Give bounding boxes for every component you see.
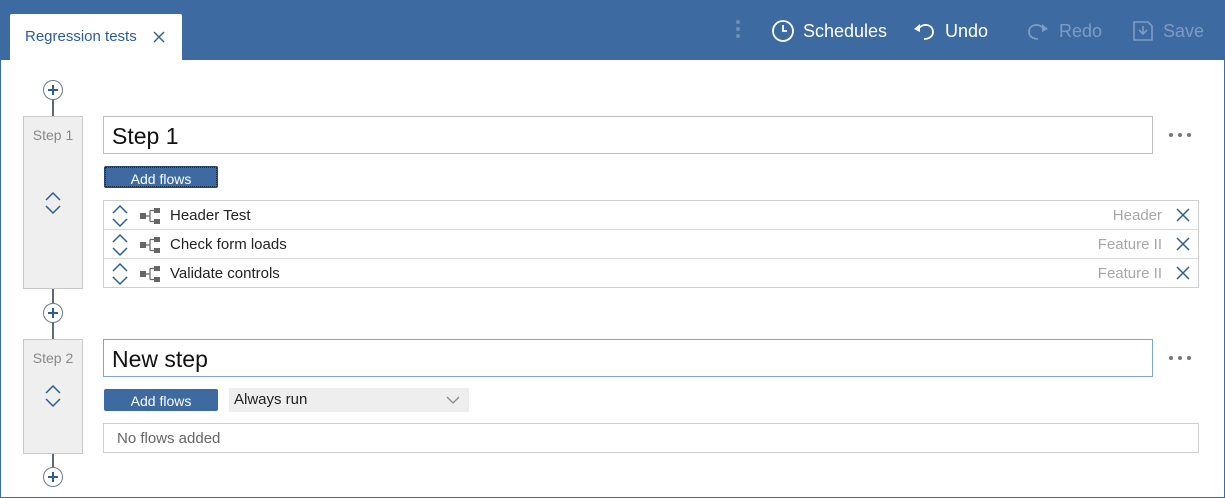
empty-state-text: No flows added	[117, 430, 221, 447]
step-name-input[interactable]: Step 1	[103, 116, 1153, 154]
step-card-1: Step 1	[23, 116, 83, 289]
flow-list: Header Test Header Check form loads Feat…	[103, 200, 1199, 288]
undo-button[interactable]: Undo	[911, 16, 988, 46]
remove-flow-icon[interactable]	[1175, 265, 1191, 281]
add-flows-button[interactable]: Add flows	[104, 166, 218, 188]
rail-connector	[52, 287, 54, 303]
reorder-icon[interactable]	[111, 262, 129, 286]
more-options-icon[interactable]	[1169, 354, 1191, 362]
insert-step-button[interactable]	[43, 80, 63, 100]
tab-title: Regression tests	[25, 28, 137, 45]
save-button[interactable]: Save	[1131, 16, 1204, 46]
reorder-icon[interactable]	[44, 191, 62, 215]
flow-name: Validate controls	[170, 265, 280, 282]
editor-window: Regression tests Schedules Undo Redo Sav…	[0, 0, 1225, 498]
step-number-label: Step 1	[32, 127, 74, 143]
rail-connector	[52, 321, 54, 339]
rail-connector	[52, 452, 54, 468]
add-flows-button[interactable]: Add flows	[104, 389, 218, 411]
flow-row[interactable]: Validate controls Feature II	[104, 259, 1198, 288]
flow-row[interactable]: Check form loads Feature II	[104, 230, 1198, 259]
flow-type-label: Feature II	[1097, 265, 1162, 282]
more-options-icon[interactable]	[1169, 131, 1191, 139]
reorder-icon[interactable]	[44, 384, 62, 408]
save-icon	[1133, 21, 1153, 41]
flow-icon	[140, 237, 160, 253]
remove-flow-icon[interactable]	[1175, 236, 1191, 252]
insert-step-button[interactable]	[43, 303, 63, 323]
run-condition-value: Always run	[234, 391, 308, 408]
flow-row[interactable]: Header Test Header	[104, 201, 1198, 230]
step-name-input[interactable]: New step	[103, 339, 1153, 377]
flow-type-label: Header	[1112, 207, 1162, 224]
schedules-button[interactable]: Schedules	[771, 16, 887, 46]
flow-type-label: Feature II	[1097, 236, 1162, 253]
redo-icon	[1028, 24, 1048, 40]
tab-regression-tests[interactable]: Regression tests	[10, 14, 182, 60]
redo-button[interactable]: Redo	[1025, 16, 1102, 46]
run-condition-select[interactable]: Always run	[229, 388, 469, 412]
flow-name: Check form loads	[170, 236, 287, 253]
schedules-label: Schedules	[803, 20, 888, 41]
flow-name: Header Test	[170, 207, 251, 224]
rail-connector	[52, 98, 54, 116]
undo-icon	[914, 24, 934, 40]
reorder-icon[interactable]	[111, 204, 129, 228]
clock-icon	[772, 20, 794, 42]
chevron-down-icon	[446, 396, 460, 404]
step-card-2: Step 2	[23, 339, 83, 454]
reorder-icon[interactable]	[111, 233, 129, 257]
flow-icon	[140, 208, 160, 224]
redo-label: Redo	[1059, 20, 1103, 41]
flow-list-empty: No flows added	[103, 423, 1199, 453]
save-label: Save	[1163, 20, 1205, 41]
more-vertical-icon[interactable]	[732, 20, 744, 44]
insert-step-button[interactable]	[43, 467, 63, 487]
top-bar: Regression tests Schedules Undo Redo Sav…	[1, 1, 1224, 60]
undo-label: Undo	[945, 20, 989, 41]
flow-icon	[140, 266, 160, 282]
remove-flow-icon[interactable]	[1175, 207, 1191, 223]
close-icon[interactable]	[152, 30, 166, 44]
step-number-label: Step 2	[32, 350, 74, 366]
